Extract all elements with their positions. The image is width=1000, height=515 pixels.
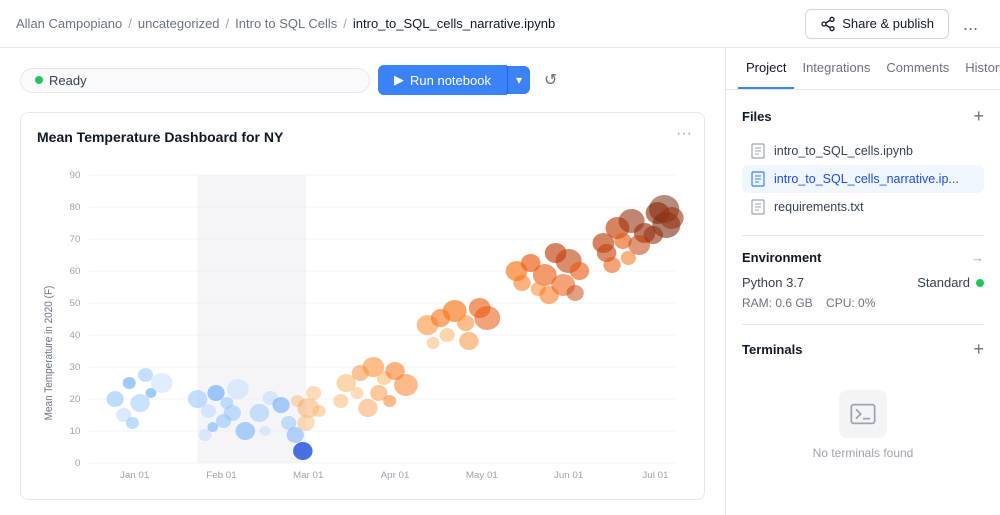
status-label: Ready <box>49 73 87 88</box>
chevron-down-icon: ▾ <box>516 73 522 87</box>
svg-text:Feb 01: Feb 01 <box>206 469 236 480</box>
more-options-button[interactable]: ... <box>957 9 984 39</box>
text-file-icon <box>750 199 766 215</box>
scatter-chart: Mean Temperature in 2020 (F) 0 10 20 30 <box>37 153 688 483</box>
cpu-label: CPU: 0% <box>826 296 875 310</box>
breadcrumb-sep-3: / <box>343 16 347 31</box>
notebook-icon-1 <box>750 143 766 159</box>
svg-text:Jan 01: Jan 01 <box>120 469 149 480</box>
share-publish-button[interactable]: Share & publish <box>805 9 949 39</box>
svg-text:Jul 01: Jul 01 <box>642 469 668 480</box>
y-axis: 0 10 20 30 40 50 60 70 <box>70 169 678 468</box>
svg-text:80: 80 <box>70 201 81 212</box>
terminal-empty-icon <box>839 390 887 438</box>
env-type-row: Standard <box>917 275 984 290</box>
svg-text:40: 40 <box>70 329 81 340</box>
file-item-1[interactable]: intro_to_SQL_cells.ipynb <box>742 137 984 165</box>
svg-text:May 01: May 01 <box>466 469 498 480</box>
add-file-button[interactable]: + <box>973 106 984 127</box>
terminals-section-title: Terminals <box>742 342 802 357</box>
env-arrow-icon: → <box>971 250 984 265</box>
run-dropdown-button[interactable]: ▾ <box>507 66 530 94</box>
environment-section: Environment → Python 3.7 Standard RAM: 0… <box>742 250 984 310</box>
topbar-actions: Share & publish ... <box>805 9 984 39</box>
divider-2 <box>742 324 984 325</box>
notebook-icon-2 <box>750 171 766 187</box>
breadcrumb-sep-2: / <box>226 16 230 31</box>
terminals-empty-text: No terminals found <box>813 446 914 460</box>
tab-comments[interactable]: Comments <box>878 48 957 89</box>
add-terminal-button[interactable]: + <box>973 339 984 360</box>
breadcrumb-sep-1: / <box>128 16 132 31</box>
tab-project[interactable]: Project <box>738 48 794 89</box>
right-sidebar: Project Integrations Comments History Fi… <box>725 48 1000 515</box>
status-badge: Ready <box>20 68 370 93</box>
breadcrumb-item-2[interactable]: uncategorized <box>138 16 220 31</box>
breadcrumb: Allan Campopiano / uncategorized / Intro… <box>16 16 555 31</box>
env-section-title: Environment <box>742 250 821 265</box>
topbar: Allan Campopiano / uncategorized / Intro… <box>0 0 1000 48</box>
breadcrumb-item-1[interactable]: Allan Campopiano <box>16 16 122 31</box>
sidebar-tabs: Project Integrations Comments History <box>726 48 1000 90</box>
svg-text:Apr 01: Apr 01 <box>381 469 410 480</box>
refresh-icon: ↺ <box>544 72 557 89</box>
tab-history[interactable]: History <box>957 48 1000 89</box>
scatter-dots <box>106 195 683 460</box>
run-notebook-button[interactable]: ▶ Run notebook <box>378 65 507 95</box>
notebook-area: Ready ▶ Run notebook ▾ ↺ Mean Temperatur… <box>0 48 725 515</box>
file-name-3: requirements.txt <box>774 200 864 214</box>
chart-title: Mean Temperature Dashboard for NY <box>37 129 688 145</box>
svg-text:Mean Temperature in 2020 (F): Mean Temperature in 2020 (F) <box>44 286 55 421</box>
status-dot <box>35 76 43 84</box>
env-stats: RAM: 0.6 GB CPU: 0% <box>742 296 984 310</box>
svg-text:90: 90 <box>70 169 81 180</box>
files-section-header: Files + <box>742 106 984 127</box>
env-status-dot <box>976 279 984 287</box>
svg-text:0: 0 <box>75 457 80 468</box>
svg-text:50: 50 <box>70 297 81 308</box>
terminals-empty-state: No terminals found <box>742 370 984 480</box>
chart-container: Mean Temperature Dashboard for NY ··· Me… <box>20 112 705 500</box>
file-item-2[interactable]: intro_to_SQL_cells_narrative.ip... <box>742 165 984 193</box>
run-button-group: ▶ Run notebook ▾ <box>378 65 530 95</box>
sidebar-content: Files + intro_to_SQL_cells.ipynb <box>726 90 1000 515</box>
refresh-button[interactable]: ↺ <box>538 64 563 96</box>
env-info-row: Python 3.7 Standard <box>742 275 984 290</box>
breadcrumb-item-3[interactable]: Intro to SQL Cells <box>235 16 337 31</box>
main-layout: Ready ▶ Run notebook ▾ ↺ Mean Temperatur… <box>0 48 1000 515</box>
svg-text:60: 60 <box>70 265 81 276</box>
terminals-section: Terminals + No terminals found <box>742 339 984 480</box>
python-version-label: Python 3.7 <box>742 275 804 290</box>
tab-integrations[interactable]: Integrations <box>794 48 878 89</box>
svg-text:20: 20 <box>70 393 81 404</box>
x-axis: Jan 01 Feb 01 Mar 01 Apr 01 May 01 Jun 0… <box>120 469 668 480</box>
run-icon: ▶ <box>394 72 404 88</box>
svg-text:Jun 01: Jun 01 <box>554 469 583 480</box>
env-section-header: Environment → <box>742 250 984 265</box>
chart-area: Mean Temperature in 2020 (F) 0 10 20 30 <box>37 153 688 483</box>
terminals-section-header: Terminals + <box>742 339 984 360</box>
share-icon <box>820 16 836 32</box>
svg-text:30: 30 <box>70 361 81 372</box>
env-type-label: Standard <box>917 275 970 290</box>
files-section-title: Files <box>742 109 772 124</box>
svg-text:10: 10 <box>70 425 81 436</box>
file-name-1: intro_to_SQL_cells.ipynb <box>774 144 913 158</box>
notebook-toolbar: Ready ▶ Run notebook ▾ ↺ <box>20 64 705 96</box>
file-name-2: intro_to_SQL_cells_narrative.ip... <box>774 172 959 186</box>
divider-1 <box>742 235 984 236</box>
breadcrumb-current: intro_to_SQL_cells_narrative.ipynb <box>353 16 555 31</box>
file-item-3[interactable]: requirements.txt <box>742 193 984 221</box>
ram-label: RAM: 0.6 GB <box>742 296 813 310</box>
chart-more-button[interactable]: ··· <box>676 125 692 143</box>
svg-text:70: 70 <box>70 233 81 244</box>
svg-text:Mar 01: Mar 01 <box>293 469 323 480</box>
